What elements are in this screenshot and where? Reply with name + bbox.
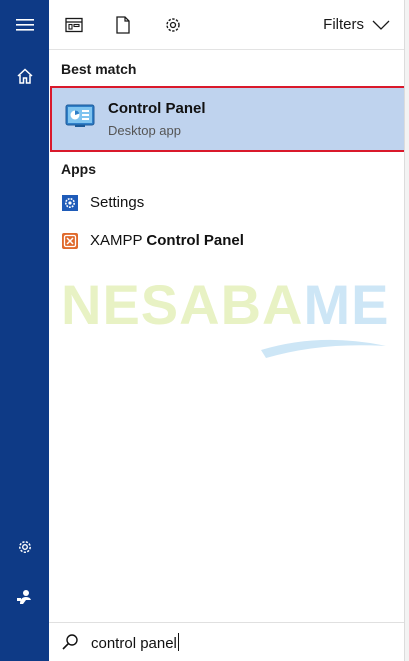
apps-heading: Apps — [61, 161, 96, 177]
best-match-result[interactable]: Control Panel Desktop app — [50, 86, 407, 152]
feedback-button[interactable] — [0, 576, 49, 618]
settings-filter-icon — [166, 18, 180, 32]
nesabamedia-watermark: NESABAMEDIA — [61, 273, 391, 358]
filters-label: Filters — [323, 16, 364, 33]
search-input[interactable]: control panel — [91, 633, 179, 652]
text-caret — [177, 633, 179, 651]
settings-gear-icon — [62, 195, 78, 211]
background-window-edge — [404, 0, 409, 661]
hamburger-menu-icon — [15, 19, 34, 31]
search-results-panel: Filters Best match Control Panel Desktop… — [49, 0, 407, 661]
app-result-xampp[interactable]: XAMPP Control Panel — [49, 224, 404, 258]
filter-toolbar: Filters — [49, 0, 404, 50]
app-result-settings[interactable]: Settings — [49, 186, 404, 220]
best-match-subtitle: Desktop app — [108, 123, 181, 138]
control-panel-icon — [65, 104, 95, 127]
app-label-settings: Settings — [90, 194, 145, 211]
gear-icon — [18, 541, 31, 553]
watermark-part1: NESABA — [61, 273, 303, 336]
home-button[interactable] — [0, 55, 49, 97]
settings-filter-button[interactable] — [160, 12, 186, 38]
xampp-icon — [62, 233, 78, 249]
watermark-text: NESABAMEDIA — [61, 273, 391, 336]
settings-button[interactable] — [0, 526, 49, 568]
filters-dropdown[interactable]: Filters — [323, 16, 390, 33]
search-icon — [62, 634, 78, 650]
documents-filter-icon — [116, 16, 130, 34]
chevron-down-icon — [372, 20, 390, 30]
app-label-xampp-bold: Control Panel — [146, 232, 244, 249]
user-feedback-icon — [16, 590, 31, 604]
search-box[interactable]: control panel — [49, 622, 404, 661]
apps-filter-icon — [65, 17, 83, 33]
app-label-xampp: XAMPP Control Panel — [90, 232, 244, 249]
best-match-title: Control Panel — [108, 100, 206, 117]
watermark-swoosh — [261, 339, 386, 358]
apps-filter-button[interactable] — [61, 12, 87, 38]
search-input-value: control panel — [91, 635, 177, 652]
hamburger-menu-button[interactable] — [0, 4, 49, 46]
home-icon — [16, 68, 33, 84]
best-match-heading: Best match — [61, 61, 137, 77]
documents-filter-button[interactable] — [110, 12, 136, 38]
watermark-part2: MEDIA — [303, 273, 391, 336]
app-label-xampp-prefix: XAMPP — [90, 232, 147, 249]
start-sidebar — [0, 0, 49, 661]
